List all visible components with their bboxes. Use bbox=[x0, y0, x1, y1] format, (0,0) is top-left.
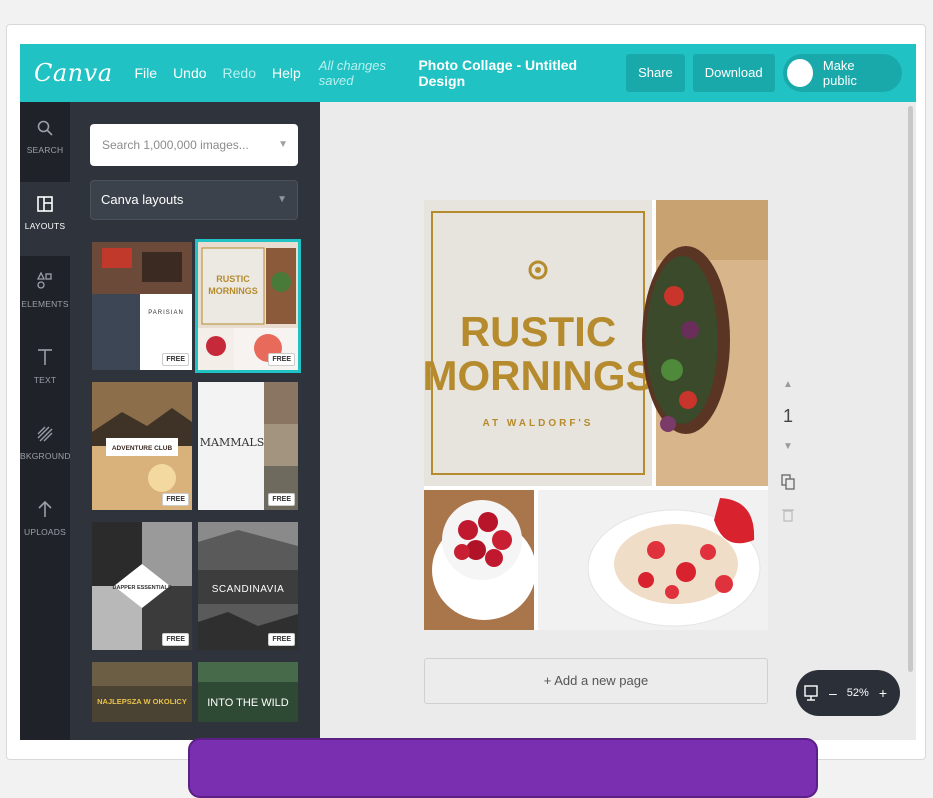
file-menu[interactable]: File bbox=[135, 65, 158, 81]
layouts-panel: Search 1,000,000 images... ▼ Canva layou… bbox=[70, 102, 320, 740]
layout-thumb-rustic-mornings[interactable]: RUSTIC MORNINGS FREE bbox=[195, 239, 301, 373]
raspberries-photo[interactable] bbox=[424, 490, 536, 630]
purple-overlay-banner bbox=[188, 738, 818, 798]
layout-thumb-title: NAJLEPSZA W OKOLICY bbox=[97, 697, 187, 706]
rail-item-elements[interactable]: ELEMENTS bbox=[20, 258, 70, 332]
rail-label-text: TEXT bbox=[33, 375, 57, 385]
canva-editor: Canva File Undo Redo Help All changes sa… bbox=[20, 44, 916, 740]
layout-thumb-title: INTO THE WILD bbox=[207, 697, 289, 709]
top-bar: Canva File Undo Redo Help All changes sa… bbox=[20, 44, 916, 102]
layout-thumb-scandinavia[interactable]: SCANDINAVIA FREE bbox=[198, 522, 298, 650]
layout-thumb-dapper-essentials[interactable]: DAPPER ESSENTIALS FREE bbox=[92, 522, 192, 650]
move-page-down-icon[interactable]: ▼ bbox=[776, 441, 800, 452]
free-badge: FREE bbox=[162, 353, 189, 366]
redo-button[interactable]: Redo bbox=[223, 65, 256, 81]
layout-thumb-image: PARISIAN bbox=[92, 242, 192, 370]
zoom-level: 52% bbox=[846, 687, 869, 699]
design-subtitle[interactable]: AT WALDORF'S bbox=[483, 418, 594, 429]
rail-item-text[interactable]: TEXT bbox=[20, 334, 70, 408]
make-public-label: Make public bbox=[822, 58, 857, 88]
undo-button[interactable]: Undo bbox=[173, 65, 206, 81]
canva-logo[interactable]: Canva bbox=[34, 59, 113, 87]
save-status: All changes saved bbox=[318, 58, 387, 88]
canvas-scrollbar[interactable] bbox=[908, 106, 913, 672]
design-page[interactable]: RUSTIC MORNINGS AT WALDORF'S bbox=[423, 200, 768, 630]
layout-thumb-into-the-wild[interactable]: INTO THE WILD bbox=[198, 662, 298, 722]
page-tools: ▲ 1 ▼ bbox=[776, 374, 800, 522]
rail-label-uploads: UPLOADS bbox=[23, 527, 67, 537]
upload-icon bbox=[38, 500, 52, 517]
layout-thumb-image: DAPPER ESSENTIALS bbox=[92, 522, 192, 650]
search-placeholder: Search 1,000,000 images... bbox=[102, 138, 249, 152]
layout-thumb-adventure-club[interactable]: ADVENTURE CLUB FREE bbox=[92, 382, 192, 510]
download-button[interactable]: Download bbox=[692, 54, 775, 92]
layout-thumb-title: PARISIAN bbox=[148, 310, 184, 316]
background-icon bbox=[37, 426, 53, 442]
diamond-icon-center bbox=[535, 267, 541, 273]
layout-thumb-najlepsza[interactable]: NAJLEPSZA W OKOLICY bbox=[92, 662, 192, 722]
make-public-toggle[interactable]: Make public bbox=[782, 54, 902, 92]
share-button[interactable]: Share bbox=[626, 54, 685, 92]
rail-item-uploads[interactable]: UPLOADS bbox=[20, 486, 70, 560]
elements-icon bbox=[37, 272, 52, 289]
zoom-out-button[interactable]: – bbox=[829, 685, 837, 701]
layout-source-select[interactable]: Canva layouts ▼ bbox=[90, 180, 298, 220]
rail-label-elements: ELEMENTS bbox=[21, 299, 69, 309]
design-title-line-1[interactable]: RUSTIC bbox=[460, 308, 616, 355]
present-icon[interactable] bbox=[804, 685, 818, 701]
free-badge: FREE bbox=[268, 353, 295, 366]
move-page-up-icon[interactable]: ▲ bbox=[783, 379, 793, 390]
free-badge: FREE bbox=[268, 633, 295, 646]
delete-page-icon[interactable] bbox=[782, 508, 794, 522]
collage: RUSTIC MORNINGS AT WALDORF'S bbox=[423, 200, 768, 630]
left-rail: SEARCH LAYOUTS ELEMENTS TEXT BKGROUND UP… bbox=[20, 102, 71, 740]
strawberries-photo[interactable] bbox=[538, 490, 768, 630]
layout-thumb-parisian[interactable]: PARISIAN FREE bbox=[92, 242, 192, 370]
layout-thumb-title: MAMMALS bbox=[200, 436, 265, 449]
layout-thumb-image: INTO THE WILD bbox=[198, 662, 298, 722]
rail-label-background: BKGROUND bbox=[20, 451, 71, 461]
add-page-button[interactable]: + Add a new page bbox=[424, 658, 768, 704]
layout-thumb-image: NAJLEPSZA W OKOLICY bbox=[92, 662, 192, 722]
layout-thumb-image: ADVENTURE CLUB bbox=[92, 382, 192, 510]
copy-page-icon[interactable] bbox=[781, 474, 795, 490]
salad-photo[interactable] bbox=[642, 200, 768, 486]
search-icon bbox=[37, 120, 53, 136]
zoom-in-button[interactable]: + bbox=[879, 685, 887, 701]
layout-thumb-title: DAPPER ESSENTIALS bbox=[113, 585, 172, 591]
design-title-line-2[interactable]: MORNINGS bbox=[423, 352, 654, 399]
rail-label-search: SEARCH bbox=[26, 145, 64, 155]
layout-source-value: Canva layouts bbox=[101, 192, 184, 207]
text-icon bbox=[38, 349, 52, 365]
layouts-icon bbox=[37, 196, 53, 212]
layout-thumb-image: RUSTIC MORNINGS bbox=[198, 242, 298, 370]
zoom-control: – 52% + bbox=[796, 670, 900, 716]
toggle-knob bbox=[786, 59, 813, 87]
layout-thumb-title: ADVENTURE CLUB bbox=[112, 445, 173, 452]
layout-thumb-image: SCANDINAVIA bbox=[198, 522, 298, 650]
page-number: 1 bbox=[782, 406, 793, 426]
free-badge: FREE bbox=[162, 633, 189, 646]
rail-item-layouts[interactable]: LAYOUTS bbox=[20, 182, 70, 256]
layout-thumb-title: SCANDINAVIA bbox=[212, 584, 285, 595]
free-badge: FREE bbox=[268, 493, 295, 506]
help-menu[interactable]: Help bbox=[272, 65, 301, 81]
layout-thumb-image: MAMMALS bbox=[198, 382, 298, 510]
rail-label-layouts: LAYOUTS bbox=[24, 221, 66, 231]
layout-thumb-title-2: MORNINGS bbox=[208, 286, 258, 296]
rail-item-search[interactable]: SEARCH bbox=[20, 106, 70, 180]
document-title[interactable]: Photo Collage - Untitled Design bbox=[418, 57, 616, 89]
rail-item-background[interactable]: BKGROUND bbox=[20, 410, 71, 484]
chevron-down-icon[interactable]: ▼ bbox=[278, 124, 288, 166]
layout-thumb-mammals[interactable]: MAMMALS FREE bbox=[198, 382, 298, 510]
free-badge: FREE bbox=[162, 493, 189, 506]
layout-thumb-title-1: RUSTIC bbox=[216, 274, 250, 284]
image-search-input[interactable]: Search 1,000,000 images... ▼ bbox=[90, 124, 298, 166]
chevron-down-icon: ▼ bbox=[277, 194, 287, 205]
